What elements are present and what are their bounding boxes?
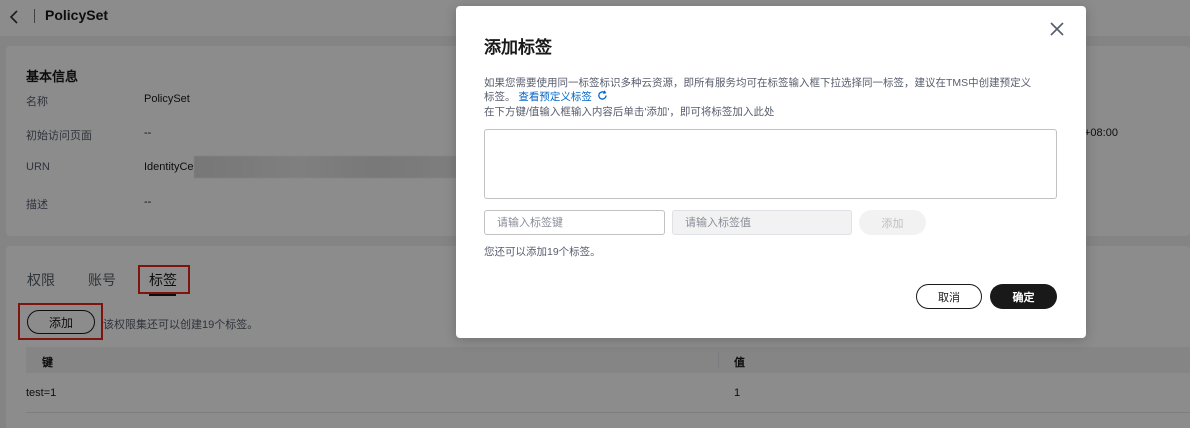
- cancel-button[interactable]: 取消: [916, 284, 982, 309]
- remaining-tags-text: 您还可以添加19个标签。: [484, 246, 601, 258]
- dialog-description: 如果您需要使用同一标签标识多种云资源，即所有服务均可在标签输入框下拉选择同一标签…: [484, 76, 1064, 104]
- add-tag-pair-button[interactable]: 添加: [859, 210, 926, 235]
- confirm-button[interactable]: 确定: [990, 284, 1057, 309]
- close-icon[interactable]: [1046, 18, 1068, 40]
- tag-key-input[interactable]: [484, 210, 665, 235]
- dialog-title: 添加标签: [484, 38, 552, 57]
- add-tag-dialog: 添加标签 如果您需要使用同一标签标识多种云资源，即所有服务均可在标签输入框下拉选…: [456, 6, 1086, 338]
- tag-value-input[interactable]: [672, 210, 852, 235]
- description-line-2: 标签。: [484, 91, 516, 103]
- description-line-3: 在下方键/值输入框输入内容后单击'添加'，即可将标签加入此处: [484, 106, 775, 118]
- view-predefined-tags-link[interactable]: 查看预定义标签: [518, 91, 592, 103]
- refresh-icon[interactable]: [597, 90, 608, 101]
- added-tags-area[interactable]: [484, 129, 1057, 199]
- description-line-1: 如果您需要使用同一标签标识多种云资源，即所有服务均可在标签输入框下拉选择同一标签…: [484, 77, 1032, 89]
